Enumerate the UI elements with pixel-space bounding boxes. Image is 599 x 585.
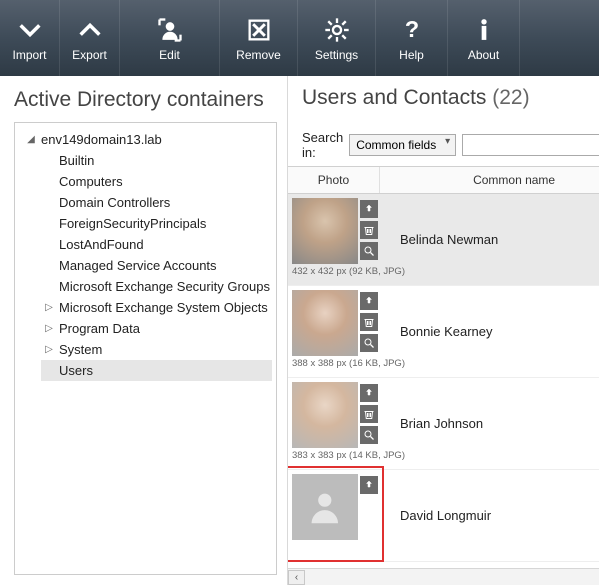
left-pane: Active Directory containers ◢ env149doma… [0,76,288,585]
table-row[interactable]: 388 x 388 px (16 KB, JPG)Bonnie Kearney [288,286,599,378]
user-photo[interactable] [292,290,358,356]
tree[interactable]: ◢ env149domain13.lab Builtin Computers Dom… [14,122,277,575]
tree-item[interactable]: Microsoft Exchange Security Groups [41,276,272,297]
tree-item-label: Microsoft Exchange System Objects [59,300,268,315]
col-common-name[interactable]: Common name [380,167,599,193]
upload-photo-icon[interactable] [360,384,378,402]
zoom-photo-icon[interactable] [360,334,378,352]
info-icon [470,16,498,44]
edit-button[interactable]: Edit [120,0,220,76]
remove-icon [245,16,273,44]
user-photo-placeholder[interactable] [292,474,358,540]
scroll-left-icon[interactable]: ‹ [288,570,305,585]
settings-button[interactable]: Settings [298,0,376,76]
search-label: Search in: [302,130,343,160]
photo-meta: 388 x 388 px (16 KB, JPG) [288,356,405,369]
help-icon: ? [398,16,426,44]
cell-photo [288,470,380,561]
table-row[interactable]: 432 x 432 px (92 KB, JPG)Belinda Newman [288,194,599,286]
cell-photo: 388 x 388 px (16 KB, JPG) [288,286,380,377]
import-label: Import [12,48,46,62]
cell-common-name: Belinda Newman [380,194,599,285]
delete-photo-icon[interactable] [360,313,378,331]
tree-item[interactable]: ForeignSecurityPrincipals [41,213,272,234]
table-row[interactable]: David Longmuir [288,470,599,562]
main-toolbar: Import Export Edit Remove Settings ? Hel… [0,0,599,76]
tree-item-label: System [59,342,102,357]
user-photo[interactable] [292,198,358,264]
tree-item[interactable]: Users [41,360,272,381]
help-button[interactable]: ? Help [376,0,448,76]
tree-item[interactable]: Domain Controllers [41,192,272,213]
tree-item-label: Users [59,363,93,378]
gear-icon [323,16,351,44]
tree-item-label: Managed Service Accounts [59,258,217,273]
tree-item[interactable]: Builtin [41,150,272,171]
export-icon [76,16,104,44]
about-label: About [468,48,499,62]
tree-item[interactable]: ▷ Program Data [41,318,272,339]
tree-item-label: Builtin [59,153,94,168]
cell-photo: 383 x 383 px (14 KB, JPG) [288,378,380,469]
svg-text:?: ? [404,16,418,42]
remove-label: Remove [236,48,281,62]
left-title: Active Directory containers [14,88,277,112]
about-button[interactable]: About [448,0,520,76]
tree-expander-icon[interactable]: ▷ [43,302,55,313]
table-body: 432 x 432 px (92 KB, JPG)Belinda Newman3… [288,194,599,568]
zoom-photo-icon[interactable] [360,426,378,444]
tree-collapse-icon[interactable]: ◢ [25,134,37,145]
tree-item-label: LostAndFound [59,237,144,252]
right-pane: Users and Contacts (22) Search in: Commo… [288,76,599,585]
export-label: Export [72,48,107,62]
tree-root-label: env149domain13.lab [41,132,162,147]
tree-item-label: ForeignSecurityPrincipals [59,216,206,231]
horizontal-scrollbar[interactable]: ‹ [288,568,599,585]
tree-item-label: Computers [59,174,123,189]
tree-item-label: Microsoft Exchange Security Groups [59,279,270,294]
cell-common-name: David Longmuir [380,470,599,561]
upload-photo-icon[interactable] [360,476,378,494]
import-icon [16,16,44,44]
right-count: (22) [492,86,529,109]
tree-expander-icon[interactable]: ▷ [43,323,55,334]
export-button[interactable]: Export [60,0,120,76]
tree-item[interactable]: Computers [41,171,272,192]
delete-photo-icon[interactable] [360,405,378,423]
tree-item[interactable]: LostAndFound [41,234,272,255]
cell-common-name: Bonnie Kearney [380,286,599,377]
right-title: Users and Contacts (22) [302,86,599,110]
help-label: Help [399,48,424,62]
search-field-select[interactable]: Common fields [349,134,456,156]
cell-photo: 432 x 432 px (92 KB, JPG) [288,194,380,285]
edit-person-icon [156,16,184,44]
table-header: Photo Common name [288,166,599,194]
upload-photo-icon[interactable] [360,200,378,218]
import-button[interactable]: Import [0,0,60,76]
cell-common-name: Brian Johnson [380,378,599,469]
settings-label: Settings [315,48,358,62]
edit-label: Edit [159,48,180,62]
search-input[interactable] [462,134,599,156]
tree-item[interactable]: ▷ System [41,339,272,360]
photo-meta: 383 x 383 px (14 KB, JPG) [288,448,405,461]
tree-expander-icon[interactable]: ▷ [43,344,55,355]
delete-photo-icon[interactable] [360,221,378,239]
table-row[interactable]: 383 x 383 px (14 KB, JPG)Brian Johnson [288,378,599,470]
user-photo[interactable] [292,382,358,448]
right-title-text: Users and Contacts [302,86,486,109]
zoom-photo-icon[interactable] [360,242,378,260]
photo-meta: 432 x 432 px (92 KB, JPG) [288,264,405,277]
tree-item-label: Domain Controllers [59,195,170,210]
col-photo[interactable]: Photo [288,167,380,193]
search-row: Search in: Common fields [288,126,599,166]
remove-button[interactable]: Remove [220,0,298,76]
tree-item[interactable]: Managed Service Accounts [41,255,272,276]
tree-item[interactable]: ▷ Microsoft Exchange System Objects [41,297,272,318]
tree-root[interactable]: ◢ env149domain13.lab [23,129,272,150]
upload-photo-icon[interactable] [360,292,378,310]
tree-item-label: Program Data [59,321,140,336]
